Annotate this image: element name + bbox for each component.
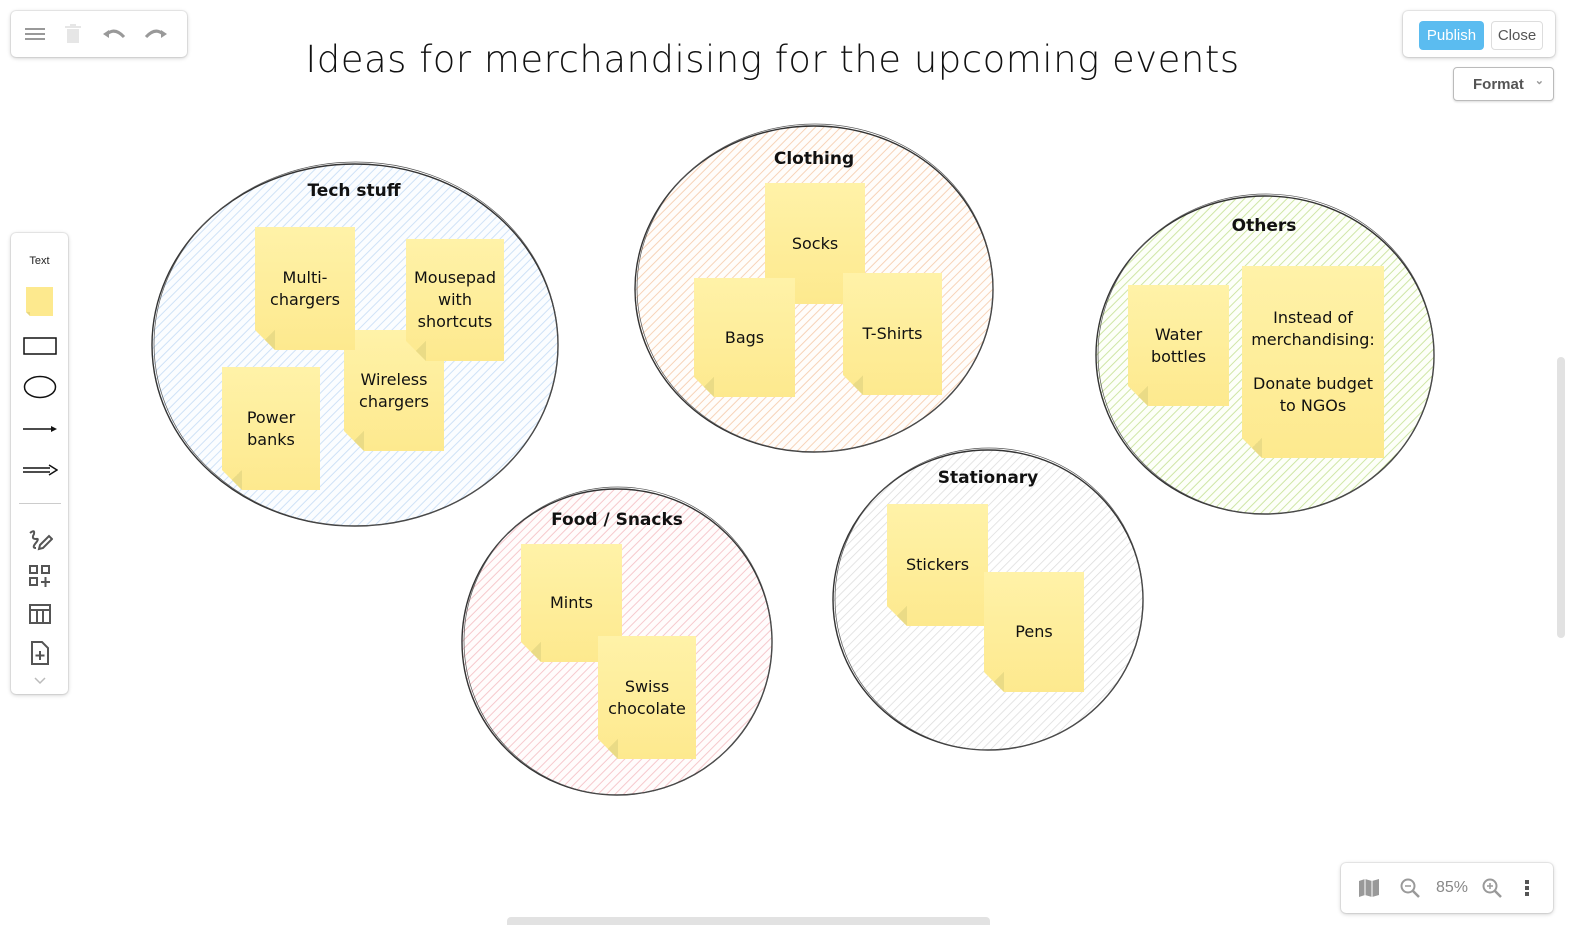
sticky-note[interactable]: Multi- chargers bbox=[255, 227, 355, 350]
text-tool[interactable]: Text bbox=[11, 251, 68, 271]
arrow-icon bbox=[22, 426, 57, 432]
double-line-arrow-icon bbox=[22, 464, 58, 476]
panel-divider bbox=[19, 503, 61, 504]
chevron-down-icon: ⌄ bbox=[1534, 75, 1544, 87]
top-toolbar bbox=[11, 11, 187, 57]
rectangle-tool[interactable] bbox=[11, 333, 68, 359]
horizontal-scrollbar[interactable] bbox=[507, 917, 990, 925]
sticky-note-icon bbox=[25, 287, 53, 316]
arrow-tool[interactable] bbox=[11, 419, 68, 439]
undo-button[interactable] bbox=[100, 21, 128, 47]
close-button[interactable]: Close bbox=[1491, 21, 1543, 50]
trash-icon bbox=[65, 24, 81, 43]
kebab-menu-icon bbox=[1525, 880, 1529, 896]
vertical-scrollbar[interactable] bbox=[1557, 357, 1565, 638]
add-shapes-grid-icon bbox=[28, 565, 50, 587]
insert-page-button[interactable] bbox=[11, 639, 68, 667]
cluster-label-others[interactable]: Others bbox=[1232, 216, 1297, 236]
board-title[interactable]: Ideas for merchandising for the upcoming… bbox=[290, 38, 1255, 81]
map-icon bbox=[1359, 879, 1379, 897]
hamburger-menu-icon bbox=[25, 28, 45, 40]
undo-icon bbox=[103, 29, 126, 39]
more-options-button[interactable] bbox=[1519, 875, 1535, 901]
sticky-note[interactable]: Water bottles bbox=[1128, 285, 1229, 406]
chevron-down-icon bbox=[33, 677, 46, 685]
redo-button[interactable] bbox=[142, 21, 170, 47]
table-icon bbox=[28, 604, 51, 624]
format-label: Format bbox=[1473, 76, 1524, 93]
sticky-note[interactable]: Bags bbox=[694, 278, 795, 397]
zoom-in-button[interactable] bbox=[1480, 875, 1504, 901]
sticky-note[interactable]: T-Shirts bbox=[843, 273, 942, 395]
expand-panel-button[interactable] bbox=[11, 673, 68, 689]
redo-icon bbox=[144, 29, 167, 39]
sticky-note[interactable]: Stickers bbox=[887, 504, 988, 626]
shapes-panel: Text bbox=[11, 233, 68, 694]
ellipse-tool[interactable] bbox=[11, 373, 68, 401]
sticky-note[interactable]: Mousepad with shortcuts bbox=[406, 239, 504, 361]
publish-close-panel: Publish Close bbox=[1403, 11, 1555, 57]
zoom-level[interactable]: 85% bbox=[1431, 875, 1473, 901]
sticky-note-tool[interactable] bbox=[11, 285, 68, 319]
text-tool-label: Text bbox=[29, 255, 50, 267]
more-shapes-button[interactable] bbox=[11, 563, 68, 589]
cluster-label-food[interactable]: Food / Snacks bbox=[551, 510, 683, 530]
sticky-note[interactable]: Power banks bbox=[222, 367, 320, 490]
zoom-in-icon bbox=[1482, 878, 1502, 898]
menu-button[interactable] bbox=[21, 21, 49, 47]
ellipse-icon bbox=[23, 375, 56, 399]
delete-button[interactable] bbox=[59, 21, 87, 47]
format-button[interactable]: Format ⌄ bbox=[1453, 67, 1554, 101]
double-arrow-tool[interactable] bbox=[11, 460, 68, 480]
freehand-pencil-icon bbox=[28, 530, 53, 551]
zoom-out-button[interactable] bbox=[1398, 875, 1422, 901]
sticky-note[interactable]: Instead of merchandising: Donate budget … bbox=[1242, 266, 1384, 458]
cluster-label-tech[interactable]: Tech stuff bbox=[307, 181, 400, 201]
cluster-label-clothing[interactable]: Clothing bbox=[774, 149, 854, 169]
publish-button[interactable]: Publish bbox=[1419, 21, 1484, 50]
zoom-panel: 85% bbox=[1341, 863, 1553, 913]
freehand-tool[interactable] bbox=[11, 526, 68, 552]
rectangle-icon bbox=[22, 337, 57, 355]
minimap-button[interactable] bbox=[1357, 875, 1381, 901]
table-tool[interactable] bbox=[11, 601, 68, 627]
zoom-out-icon bbox=[1400, 878, 1420, 898]
cluster-label-stationary[interactable]: Stationary bbox=[938, 468, 1039, 488]
sticky-note[interactable]: Pens bbox=[984, 572, 1084, 692]
new-page-icon bbox=[30, 641, 49, 665]
sticky-note[interactable]: Swiss chocolate bbox=[598, 636, 696, 759]
